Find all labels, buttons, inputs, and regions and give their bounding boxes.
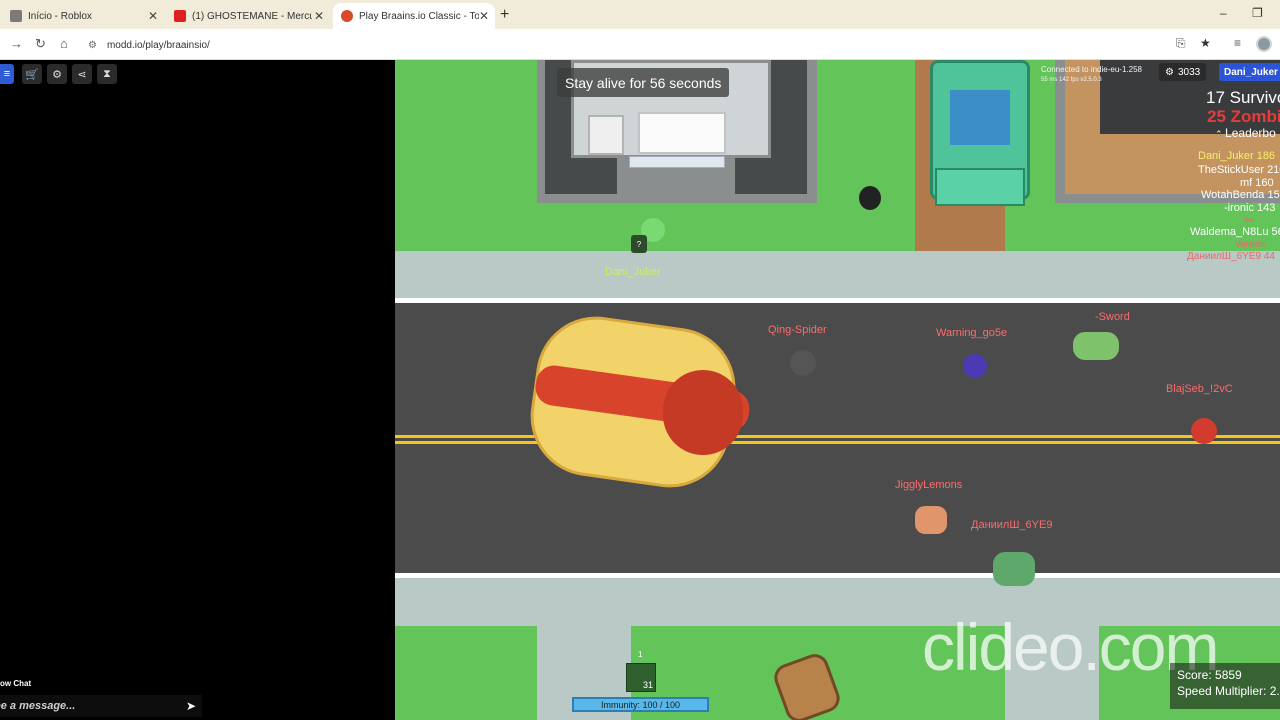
truck-bed (935, 168, 1025, 206)
score-panel: Score: 5859 Speed Multiplier: 2.9 (1170, 663, 1280, 709)
sink (588, 115, 624, 155)
survivors-count: 17 Survivo (1206, 88, 1280, 107)
left-panel: ≡ 🛒 ⚙ ⋖ ⧗ ow Chat pe a message... ➤ (0, 60, 395, 720)
leaderboard-row: ДаниилШ_6YE9 44 (1187, 251, 1275, 262)
install-app-icon[interactable]: ⎘ (1176, 36, 1186, 51)
speed-multiplier-label: Speed Multiplier: 2.9 (1177, 684, 1280, 698)
show-chat-toggle[interactable]: ow Chat (0, 679, 31, 688)
new-tab-button[interactable]: + (500, 6, 509, 24)
tab-braains[interactable]: Play Braains.io Classic - Top IO ✕ (333, 3, 495, 29)
url-field[interactable]: ⚙ modd.io/play/braainsio/ (88, 35, 1168, 55)
leaderboard-row: -ironic 143 (1224, 202, 1276, 214)
tab-roblox[interactable]: Início - Roblox ✕ (2, 3, 164, 29)
leaderboard-row: Waldema_N8Lu 56 (1190, 226, 1280, 238)
address-bar: → ↻ ⌂ ⚙ modd.io/play/braainsio/ ⎘ ★ ≡ (0, 29, 1280, 60)
leaderboard-row: TheStickUser 210 (1198, 164, 1280, 176)
leaderboard-row: mf 160 (1240, 177, 1274, 189)
url-text: modd.io/play/braainsio/ (106, 39, 210, 51)
close-icon[interactable]: ✕ (479, 9, 489, 23)
player-red (1191, 418, 1217, 444)
braains-favicon-icon (341, 10, 353, 22)
question-marker-icon: ? (631, 235, 647, 253)
player-sword (1073, 332, 1119, 360)
gear-coin-icon: ⚙ (1165, 66, 1174, 78)
chat-input[interactable]: pe a message... ➤ (0, 695, 202, 717)
bookmark-star-icon[interactable]: ★ (1200, 36, 1211, 50)
send-icon[interactable]: ➤ (186, 699, 196, 713)
player-name-self: Dani_Juker (605, 266, 661, 278)
player-name: -Sword (1095, 311, 1130, 323)
inventory-slot-number: 1 (638, 650, 643, 659)
player-name: JigglyLemons (895, 479, 963, 491)
leaderboard-row: Dani_Juker 186 (1198, 150, 1276, 162)
tab-youtube[interactable]: (1) GHOSTEMANE - Mercury - Y ✕ (166, 3, 330, 29)
chat-placeholder: pe a message... (0, 700, 76, 712)
truck-windshield (950, 90, 1010, 145)
player-name: Qing-Spider (768, 324, 827, 336)
connection-server: Connected to indie-eu-1.258 (1041, 65, 1142, 74)
score-label: Score: 5859 (1177, 668, 1242, 682)
player-dark (859, 186, 881, 210)
connection-status: Connected to indie-eu-1.258 55 ms 142 fp… (1041, 65, 1142, 85)
barrel (770, 650, 844, 720)
tab-title: Play Braains.io Classic - Top IO (359, 10, 479, 22)
door (629, 156, 725, 168)
player-name: BlajSeb_!2vC (1166, 383, 1233, 395)
roblox-favicon-icon (10, 10, 22, 22)
username-badge[interactable]: Dani_Juker (1219, 63, 1280, 81)
tab-title: Início - Roblox (28, 10, 92, 22)
road (395, 303, 1280, 573)
player-blue (963, 354, 987, 378)
player-name: Warning_go5e (936, 327, 1008, 339)
media-control-icon[interactable]: ≡ (1234, 36, 1241, 50)
player-spider (790, 350, 816, 376)
player-zombie-body (663, 370, 743, 455)
cart-icon[interactable]: 🛒 (22, 64, 42, 84)
coin-value: 3033 (1177, 66, 1201, 78)
chevron-up-icon: ⌃ (1215, 129, 1226, 139)
site-info-icon[interactable]: ⚙ (88, 40, 97, 51)
leaderboard-title-text: Leaderbo (1225, 126, 1276, 140)
coin-counter[interactable]: ⚙ 3033 (1159, 63, 1207, 81)
trophy-icon[interactable]: ⧗ (97, 64, 117, 84)
building-floor (1085, 134, 1185, 194)
share-icon[interactable]: ⋖ (72, 64, 92, 84)
tab-title: (1) GHOSTEMANE - Mercury - Y (192, 10, 312, 22)
road-line (395, 435, 1280, 438)
leaderboard-title[interactable]: ⌃ Leaderbo (1215, 126, 1276, 140)
browser-tab-bar: Início - Roblox ✕ (1) GHOSTEMANE - Mercu… (0, 0, 1280, 29)
forward-icon[interactable]: → (10, 36, 23, 51)
home-icon[interactable]: ⌂ (60, 36, 68, 51)
player-daniil (993, 552, 1035, 586)
close-icon[interactable]: ✕ (314, 9, 324, 23)
player-name: ДаниилШ_6YE9 (971, 519, 1053, 531)
upper-sidewalk (395, 251, 1280, 298)
road-line (395, 441, 1280, 444)
profile-avatar[interactable] (1256, 36, 1272, 52)
objective-banner: Stay alive for 56 seconds (557, 68, 730, 97)
reload-icon[interactable]: ↻ (35, 36, 46, 52)
leaderboard-row: wa (1244, 215, 1255, 224)
game-canvas[interactable]: ? Dani_Juker Qing-Spider Warning_go5e -S… (395, 60, 1280, 720)
leaderboard-row: Version (1235, 239, 1266, 249)
connection-stats: 55 ms 142 fps v2.5.0.3 (1041, 77, 1102, 83)
gear-icon[interactable]: ⚙ (47, 64, 67, 84)
leaderboard-row: WotahBenda 156 (1201, 189, 1280, 201)
inventory-slot-count: 31 (643, 680, 654, 690)
immunity-bar: Immunity: 100 / 100 (572, 697, 709, 712)
youtube-favicon-icon (174, 10, 186, 22)
minimize-button[interactable]: – (1220, 6, 1227, 20)
player-lemons (915, 506, 947, 534)
menu-icon[interactable]: ≡ (0, 64, 14, 84)
maximize-button[interactable]: ❐ (1252, 6, 1263, 20)
close-icon[interactable]: ✕ (148, 9, 158, 23)
zombies-count: 25 Zombi (1207, 107, 1280, 126)
counter (638, 112, 726, 154)
